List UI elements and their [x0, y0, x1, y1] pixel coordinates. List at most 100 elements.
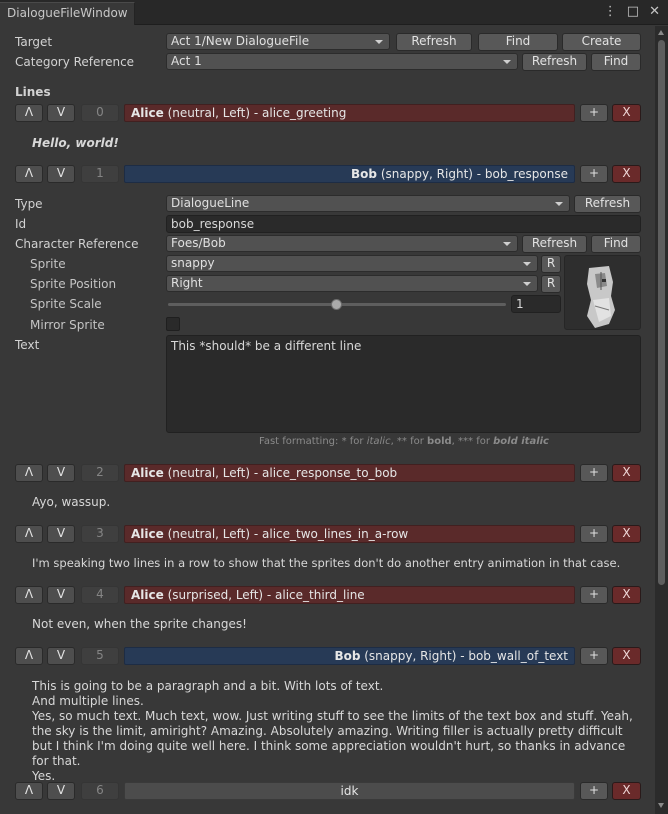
speaker-name: Bob: [334, 649, 361, 663]
window-content: Target Act 1/New DialogueFile Refresh Fi…: [0, 26, 655, 814]
line-details: (surprised, Left) - alice_third_line: [163, 588, 365, 602]
sprite-position-dropdown[interactable]: Right: [166, 275, 538, 292]
character-label: Character Reference: [15, 237, 139, 251]
window-tab[interactable]: DialogueFileWindow: [0, 2, 135, 25]
move-up-button[interactable]: Λ: [15, 464, 43, 482]
kebab-menu-icon[interactable]: ⋮: [604, 4, 617, 19]
remove-button[interactable]: X: [612, 165, 641, 183]
line-index: 3: [81, 525, 119, 543]
move-down-button[interactable]: V: [47, 104, 75, 122]
move-down-button[interactable]: V: [47, 647, 75, 665]
sprite-preview-image: [587, 266, 615, 328]
window-tab-bar: DialogueFileWindow ⋮ □ ✕: [0, 0, 668, 25]
line-header[interactable]: idk: [124, 782, 575, 800]
line-header[interactable]: Alice (neutral, Left) - alice_greeting: [124, 104, 575, 122]
sprite-scale-field[interactable]: 1: [511, 295, 561, 313]
hint-text: , ** for: [390, 436, 428, 447]
line-index: 6: [81, 782, 119, 800]
sprite-position-label: Sprite Position: [30, 277, 117, 291]
move-up-button[interactable]: Λ: [15, 586, 43, 604]
line-header[interactable]: Bob (snappy, Right) - bob_response: [124, 165, 575, 183]
mirror-sprite-checkbox[interactable]: [166, 317, 180, 331]
remove-button[interactable]: X: [612, 782, 641, 800]
move-down-button[interactable]: V: [47, 586, 75, 604]
line-header[interactable]: Alice (neutral, Left) - alice_response_t…: [124, 464, 575, 482]
line-index: 4: [81, 586, 119, 604]
maximize-icon[interactable]: □: [627, 4, 639, 19]
move-down-button[interactable]: V: [47, 165, 75, 183]
paragraph-line: Yes, so much text. Much text, wow. Just …: [32, 709, 633, 768]
vertical-scrollbar[interactable]: [655, 26, 668, 814]
move-down-button[interactable]: V: [47, 525, 75, 543]
target-dropdown[interactable]: Act 1/New DialogueFile: [166, 33, 390, 50]
character-find-button[interactable]: Find: [591, 235, 641, 253]
scroll-down-arrow-icon[interactable]: [658, 803, 664, 808]
sprite-label: Sprite: [30, 257, 66, 271]
close-icon[interactable]: ✕: [649, 4, 660, 19]
remove-button[interactable]: X: [612, 647, 641, 665]
sprite-dropdown[interactable]: snappy: [166, 255, 538, 272]
move-down-button[interactable]: V: [47, 782, 75, 800]
line-text: I'm speaking two lines in a row to show …: [32, 556, 621, 570]
line-text: Ayo, wassup.: [32, 495, 111, 509]
line-header[interactable]: Alice (neutral, Left) - alice_two_lines_…: [124, 525, 575, 543]
move-up-button[interactable]: Λ: [15, 647, 43, 665]
target-label: Target: [15, 35, 53, 49]
category-refresh-button[interactable]: Refresh: [522, 53, 587, 71]
insert-button[interactable]: +: [580, 647, 608, 665]
line-header[interactable]: Alice (surprised, Left) - alice_third_li…: [124, 586, 575, 604]
insert-button[interactable]: +: [580, 165, 608, 183]
sprite-position-reset-button[interactable]: R: [541, 275, 561, 293]
hint-bold: bold: [427, 436, 452, 447]
sprite-scale-slider-handle[interactable]: [331, 299, 342, 310]
speaker-name: Alice: [131, 466, 164, 480]
insert-button[interactable]: +: [580, 525, 608, 543]
text-area[interactable]: This *should* be a different line: [166, 335, 641, 433]
speaker-name: Bob: [351, 167, 377, 181]
category-dropdown[interactable]: Act 1: [166, 53, 518, 70]
sprite-reset-button[interactable]: R: [541, 255, 561, 273]
hint-text: Fast formatting: * for: [259, 436, 367, 447]
insert-button[interactable]: +: [580, 464, 608, 482]
move-up-button[interactable]: Λ: [15, 782, 43, 800]
id-label: Id: [15, 217, 27, 231]
type-refresh-button[interactable]: Refresh: [574, 195, 641, 213]
category-find-button[interactable]: Find: [591, 53, 641, 71]
remove-button[interactable]: X: [612, 586, 641, 604]
line-details: (neutral, Left) - alice_greeting: [163, 106, 347, 120]
remove-button[interactable]: X: [612, 464, 641, 482]
sprite-preview: [564, 255, 641, 330]
character-refresh-button[interactable]: Refresh: [522, 235, 587, 253]
scroll-up-arrow-icon[interactable]: [658, 30, 664, 35]
speaker-name: Alice: [131, 106, 164, 120]
type-dropdown[interactable]: DialogueLine: [166, 195, 570, 212]
text-label: Text: [15, 338, 40, 352]
window-controls: ⋮ □ ✕: [604, 4, 660, 19]
create-button[interactable]: Create: [562, 33, 641, 51]
remove-button[interactable]: X: [612, 525, 641, 543]
lines-heading: Lines: [15, 85, 51, 99]
line-index: 2: [81, 464, 119, 482]
character-dropdown[interactable]: Foes/Bob: [166, 235, 518, 252]
insert-button[interactable]: +: [580, 104, 608, 122]
paragraph-line: This is going to be a paragraph and a bi…: [32, 679, 384, 693]
target-find-button[interactable]: Find: [478, 33, 558, 51]
move-down-button[interactable]: V: [47, 464, 75, 482]
move-up-button[interactable]: Λ: [15, 165, 43, 183]
insert-button[interactable]: +: [580, 782, 608, 800]
move-up-button[interactable]: Λ: [15, 525, 43, 543]
line-index: 0: [81, 104, 119, 122]
line-text: Not even, when the sprite changes!: [32, 617, 247, 631]
line-header[interactable]: Bob (snappy, Right) - bob_wall_of_text: [124, 647, 575, 665]
target-refresh-button[interactable]: Refresh: [396, 33, 472, 51]
insert-button[interactable]: +: [580, 586, 608, 604]
speaker-name: Alice: [131, 527, 164, 541]
mirror-sprite-label: Mirror Sprite: [30, 318, 105, 332]
scrollbar-thumb[interactable]: [658, 40, 665, 585]
move-up-button[interactable]: Λ: [15, 104, 43, 122]
line-text: Hello, world!: [32, 136, 119, 150]
remove-button[interactable]: X: [612, 104, 641, 122]
speaker-name: Alice: [131, 588, 164, 602]
hint-italic: italic: [366, 436, 391, 447]
id-field[interactable]: bob_response: [166, 215, 641, 233]
